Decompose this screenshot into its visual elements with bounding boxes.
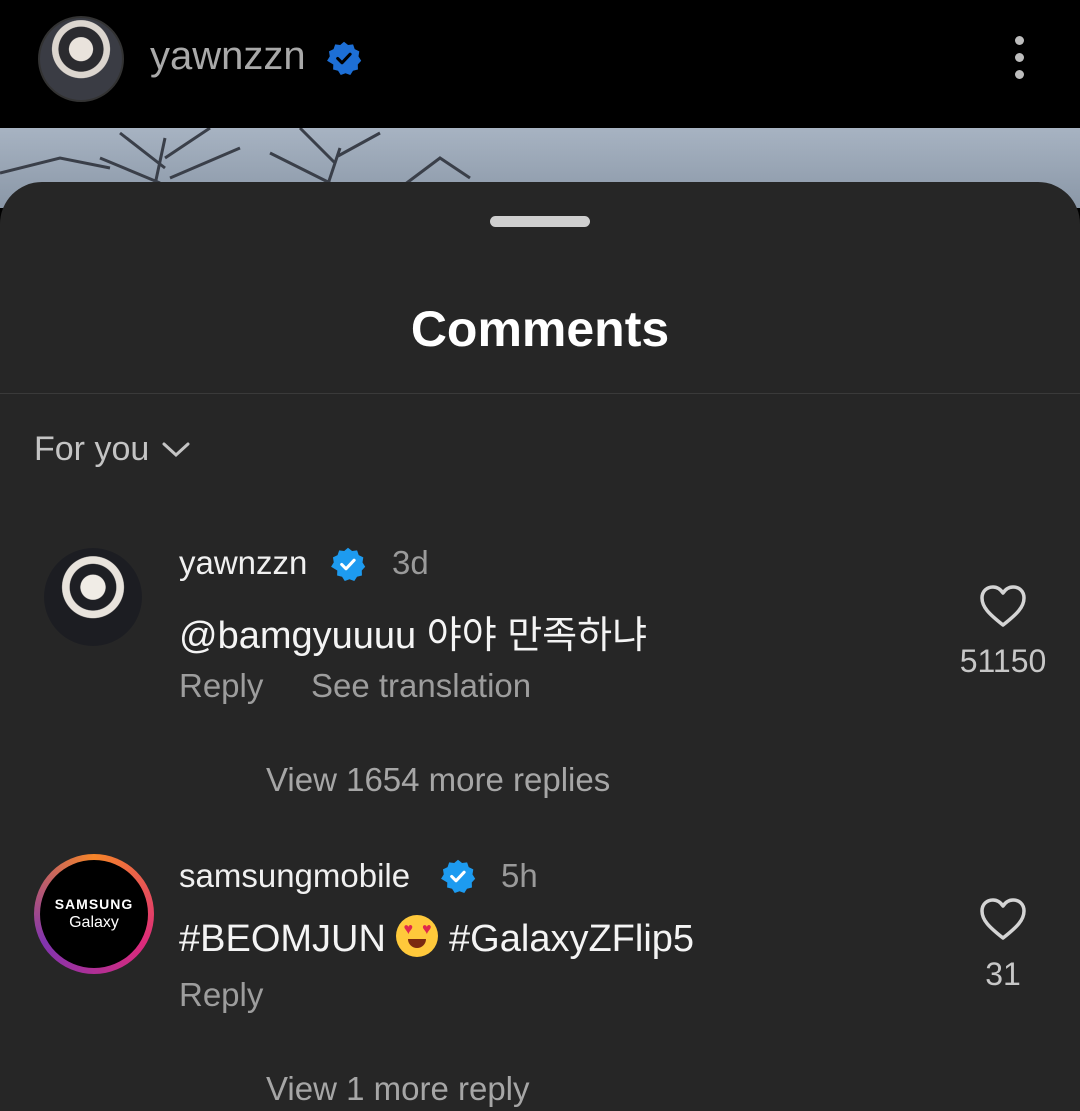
commenter-avatar[interactable]: [44, 548, 142, 646]
commenter-avatar[interactable]: SAMSUNG Galaxy: [34, 854, 154, 974]
hashtag-link[interactable]: #BEOMJUN: [179, 918, 386, 960]
sort-label: For you: [34, 430, 150, 468]
like-count: 51150: [959, 643, 1047, 679]
comment-username[interactable]: yawnzzn: [179, 544, 307, 582]
chevron-down-icon: [162, 442, 190, 457]
post-header: yawnzzn: [0, 0, 1080, 128]
view-replies-button[interactable]: View 1 more reply: [266, 1070, 530, 1108]
see-translation-button[interactable]: See translation: [311, 667, 531, 705]
like-count: 31: [985, 956, 1021, 992]
view-replies-button[interactable]: View 1654 more replies: [266, 761, 610, 799]
drag-handle[interactable]: [490, 216, 590, 227]
hashtag-link[interactable]: #GalaxyZFlip5: [449, 918, 694, 960]
heart-icon[interactable]: [979, 897, 1027, 941]
reply-button[interactable]: Reply: [179, 976, 263, 1014]
more-vertical-icon[interactable]: [1006, 36, 1032, 82]
verified-badge-icon: [331, 547, 366, 582]
author-username[interactable]: yawnzzn: [150, 34, 306, 79]
sort-dropdown[interactable]: For you: [34, 430, 191, 469]
verified-badge-icon: [441, 859, 476, 894]
mention-link[interactable]: @bamgyuuuu: [179, 615, 416, 657]
samsung-logo: SAMSUNG Galaxy: [40, 860, 148, 968]
heart-eyes-emoji-icon: [396, 915, 439, 957]
sheet-title: Comments: [410, 301, 670, 357]
comment-text: @bamgyuuuu 야야 만족하냐: [179, 604, 647, 659]
comment-username[interactable]: samsungmobile: [179, 857, 410, 895]
reply-button[interactable]: Reply: [179, 667, 263, 705]
heart-icon[interactable]: [979, 584, 1027, 628]
verified-badge-icon: [327, 41, 362, 76]
comment-time: 3d: [392, 544, 429, 581]
comment-body: 야야 만족하냐: [426, 615, 648, 657]
author-avatar[interactable]: [38, 16, 124, 102]
comment-time: 5h: [501, 857, 538, 894]
divider: [0, 393, 1080, 394]
comment-text: #BEOMJUN #GalaxyZFlip5: [179, 915, 694, 961]
